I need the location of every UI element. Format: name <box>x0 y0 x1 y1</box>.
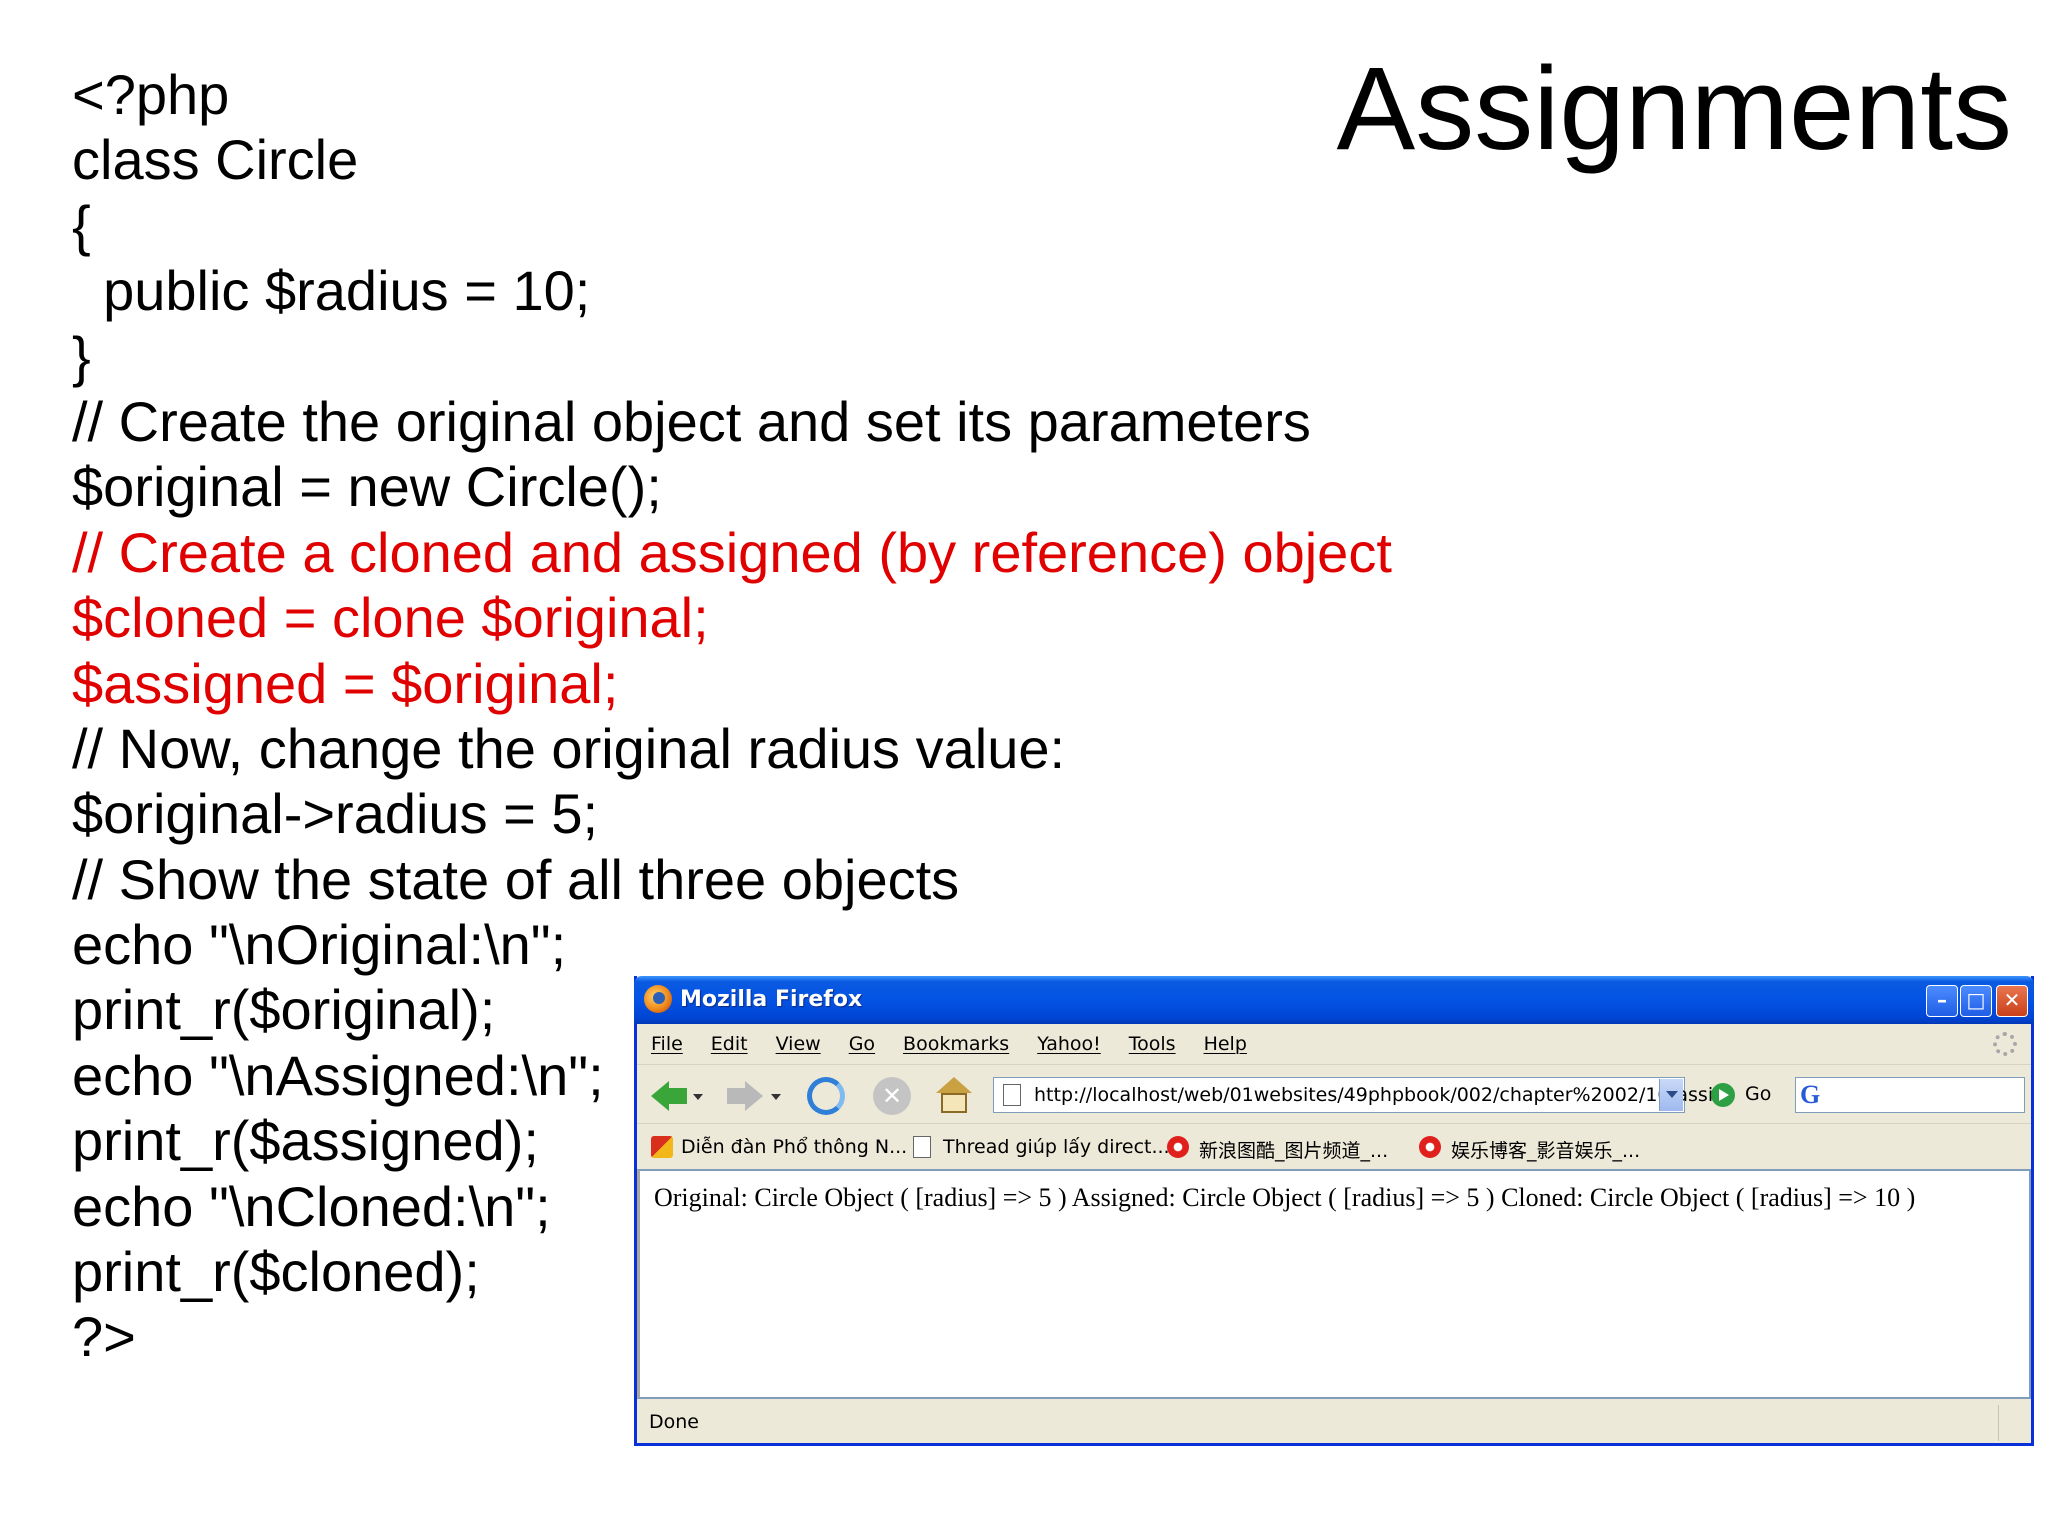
back-history-dropdown-icon[interactable] <box>693 1094 703 1100</box>
forward-history-dropdown-icon[interactable] <box>771 1094 781 1100</box>
code-line: // Create the original object and set it… <box>72 389 1311 453</box>
go-button[interactable]: Go <box>1745 1083 1771 1105</box>
code-line: echo "\nOriginal:\n"; <box>72 913 567 977</box>
code-line: $original = new Circle(); <box>72 455 662 519</box>
code-line-highlighted: $cloned = clone $original; <box>72 586 709 650</box>
home-icon[interactable] <box>935 1077 973 1115</box>
code-line: public $radius = 10; <box>72 259 591 323</box>
bookmark-item[interactable]: 新浪图酷_图片频道_... <box>1199 1136 1388 1163</box>
bookmarks-toolbar: Diễn đàn Phổ thông N... Thread giúp lấy … <box>637 1124 2031 1171</box>
page-content-area: Original: Circle Object ( [radius] => 5 … <box>637 1169 2031 1399</box>
google-search-icon[interactable]: G <box>1800 1080 1820 1110</box>
menu-view[interactable]: View <box>776 1033 821 1055</box>
menu-edit[interactable]: Edit <box>711 1033 748 1055</box>
navigation-toolbar: ✕ http://localhost/web/01websites/49phpb… <box>637 1065 2031 1124</box>
code-line-highlighted: // Create a cloned and assigned (by refe… <box>72 520 1392 584</box>
maximize-button[interactable]: □ <box>1960 985 1992 1017</box>
url-history-dropdown-button[interactable] <box>1659 1079 1683 1111</box>
forward-arrow-icon[interactable] <box>727 1077 765 1115</box>
bookmark-item[interactable]: 娱乐博客_影音娱乐_... <box>1451 1136 1640 1163</box>
sina-eye-favicon-icon <box>1419 1136 1441 1158</box>
menu-tools[interactable]: Tools <box>1129 1033 1176 1055</box>
code-line: // Now, change the original radius value… <box>72 716 1066 780</box>
menu-go[interactable]: Go <box>849 1033 875 1055</box>
page-favicon-icon <box>913 1136 931 1158</box>
stop-icon[interactable]: ✕ <box>873 1077 911 1115</box>
code-line: } <box>72 324 91 388</box>
go-arrow-icon[interactable] <box>1711 1083 1735 1107</box>
menu-bookmarks[interactable]: Bookmarks <box>903 1033 1009 1055</box>
menu-yahoo[interactable]: Yahoo! <box>1037 1033 1101 1055</box>
close-button[interactable]: ✕ <box>1996 985 2028 1017</box>
code-line: $original->radius = 5; <box>72 782 599 846</box>
menu-help[interactable]: Help <box>1204 1033 1247 1055</box>
search-input[interactable]: G <box>1795 1077 2025 1113</box>
status-bar: Done <box>637 1399 2031 1443</box>
resize-grip-icon[interactable] <box>1998 1405 2029 1441</box>
window-titlebar[interactable]: Mozilla Firefox – □ ✕ <box>634 976 2034 1024</box>
back-arrow-icon[interactable] <box>651 1077 689 1115</box>
window-title: Mozilla Firefox <box>680 987 863 1012</box>
page-icon <box>1003 1084 1021 1106</box>
sina-eye-favicon-icon <box>1167 1136 1189 1158</box>
reload-icon[interactable] <box>807 1077 845 1115</box>
url-bar[interactable]: http://localhost/web/01websites/49phpboo… <box>993 1077 1713 1113</box>
code-line: { <box>72 193 91 257</box>
url-text[interactable]: http://localhost/web/01websites/49phpboo… <box>1034 1084 1713 1106</box>
menu-file[interactable]: File <box>651 1033 683 1055</box>
firefox-logo-icon <box>644 985 672 1013</box>
minimize-button[interactable]: – <box>1926 985 1958 1017</box>
page-output-text: Original: Circle Object ( [radius] => 5 … <box>654 1183 1916 1212</box>
slide-title: Assignments <box>1336 43 2012 175</box>
status-text: Done <box>649 1411 699 1433</box>
menu-bar: File Edit View Go Bookmarks Yahoo! Tools… <box>637 1024 2031 1065</box>
code-line: // Show the state of all three objects <box>72 847 960 911</box>
throbber-icon <box>1993 1032 2017 1056</box>
code-line: <?php <box>72 63 230 126</box>
forum-favicon-icon <box>651 1136 673 1158</box>
code-line-highlighted: $assigned = $original; <box>72 651 619 715</box>
bookmark-item[interactable]: Diễn đàn Phổ thông N... <box>681 1136 907 1158</box>
firefox-window: Mozilla Firefox – □ ✕ File Edit View Go … <box>634 976 2034 1446</box>
bookmark-item[interactable]: Thread giúp lấy direct... <box>943 1136 1170 1158</box>
code-line: class Circle <box>72 128 359 192</box>
